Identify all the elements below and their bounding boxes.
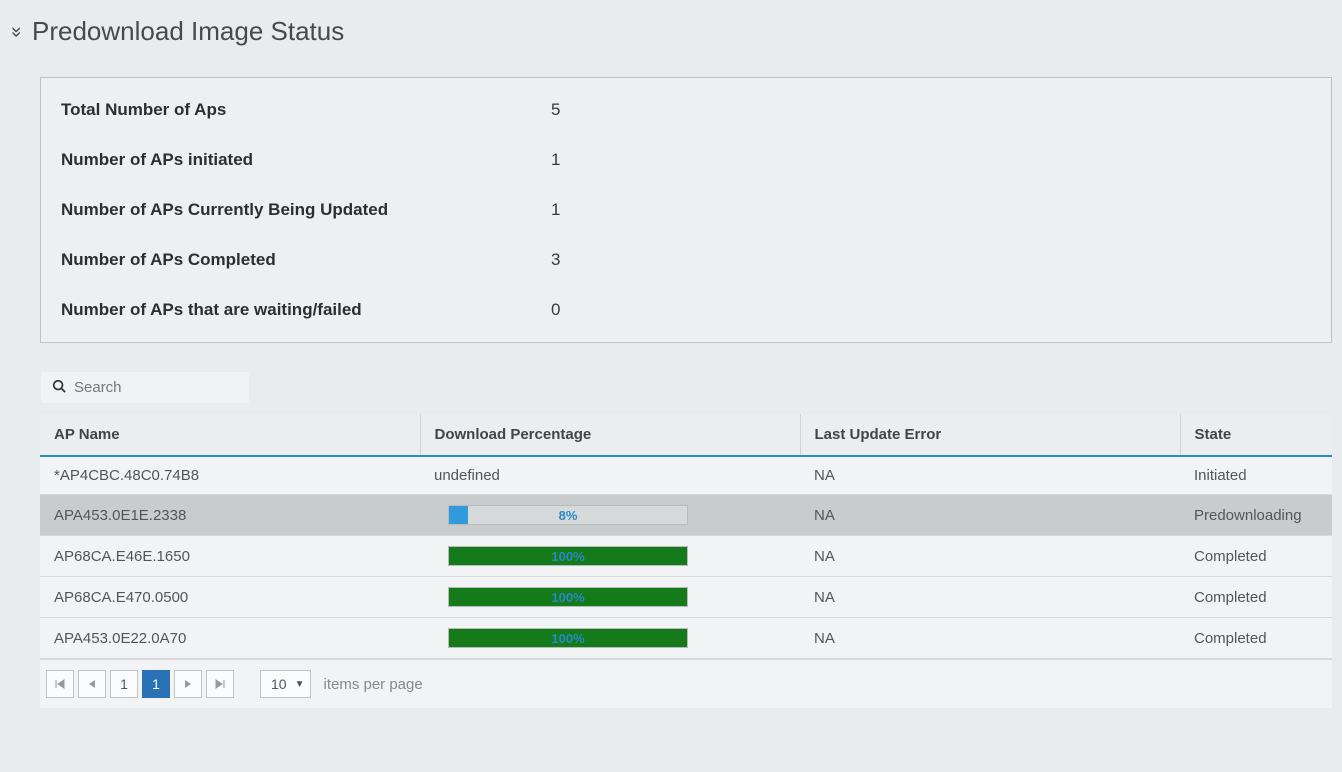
cell-last-error: NA [800,456,1180,495]
cell-last-error: NA [800,536,1180,577]
pager-current-page[interactable]: 1 [142,670,170,698]
summary-label: Number of APs Currently Being Updated [61,200,551,220]
progress-bar: 8% [448,505,688,525]
col-header-download-pct[interactable]: Download Percentage [420,414,800,456]
summary-value: 1 [551,150,560,170]
cell-state: Predownloading [1180,495,1332,536]
cell-state: Completed [1180,577,1332,618]
progress-bar: 100% [448,546,688,566]
search-icon [52,379,66,396]
progress-label: 8% [449,506,687,524]
cell-download-pct: 100% [420,536,800,577]
cell-state: Initiated [1180,456,1332,495]
cell-ap-name: *AP4CBC.48C0.74B8 [40,456,420,495]
page-title: Predownload Image Status [32,16,344,47]
cell-download-pct: undefined [420,456,800,495]
page-size-value: 10 [271,676,287,692]
progress-label: 100% [449,547,687,565]
cell-last-error: NA [800,495,1180,536]
cell-ap-name: AP68CA.E46E.1650 [40,536,420,577]
progress-bar: 100% [448,587,688,607]
table-row[interactable]: APA453.0E1E.2338 8% NAPredownloading [40,495,1332,536]
summary-label: Number of APs that are waiting/failed [61,300,551,320]
search-input[interactable] [74,379,238,396]
cell-last-error: NA [800,577,1180,618]
cell-state: Completed [1180,618,1332,659]
summary-row-initiated: Number of APs initiated 1 [61,150,1311,170]
pager-first-button[interactable] [46,670,74,698]
summary-row-total: Total Number of Aps 5 [61,100,1311,120]
section-header: » Predownload Image Status [10,16,1332,47]
summary-label: Total Number of Aps [61,100,551,120]
cell-download-pct: 100% [420,618,800,659]
table-container: AP Name Download Percentage Last Update … [40,371,1332,708]
summary-label: Number of APs initiated [61,150,551,170]
table-header-row: AP Name Download Percentage Last Update … [40,414,1332,456]
table-row[interactable]: *AP4CBC.48C0.74B8undefinedNAInitiated [40,456,1332,495]
summary-value: 0 [551,300,560,320]
cell-last-error: NA [800,618,1180,659]
summary-row-waiting: Number of APs that are waiting/failed 0 [61,300,1311,320]
cell-state: Completed [1180,536,1332,577]
table-row[interactable]: AP68CA.E46E.1650 100% NACompleted [40,536,1332,577]
col-header-last-error[interactable]: Last Update Error [800,414,1180,456]
summary-value: 1 [551,200,560,220]
summary-value: 5 [551,100,560,120]
page-size-select[interactable]: 10 ▼ [260,670,311,698]
progress-bar: 100% [448,628,688,648]
col-header-ap-name[interactable]: AP Name [40,414,420,456]
col-header-state[interactable]: State [1180,414,1332,456]
pager-last-button[interactable] [206,670,234,698]
cell-download-pct: 100% [420,577,800,618]
summary-panel: Total Number of Aps 5 Number of APs init… [40,77,1332,343]
summary-label: Number of APs Completed [61,250,551,270]
cell-ap-name: APA453.0E22.0A70 [40,618,420,659]
search-box[interactable] [40,371,250,404]
table-row[interactable]: AP68CA.E470.0500 100% NACompleted [40,577,1332,618]
pager: 1 1 10 ▼ items per page [40,659,1332,708]
progress-label: 100% [449,588,687,606]
pager-next-button[interactable] [174,670,202,698]
cell-download-pct: 8% [420,495,800,536]
pager-prev-button[interactable] [78,670,106,698]
chevron-double-down-icon[interactable]: » [8,26,26,37]
cell-ap-name: AP68CA.E470.0500 [40,577,420,618]
cell-ap-name: APA453.0E1E.2338 [40,495,420,536]
pager-page-1[interactable]: 1 [110,670,138,698]
items-per-page-label: items per page [323,676,422,693]
summary-value: 3 [551,250,560,270]
summary-row-updating: Number of APs Currently Being Updated 1 [61,200,1311,220]
progress-label: 100% [449,629,687,647]
ap-table: AP Name Download Percentage Last Update … [40,414,1332,659]
summary-row-completed: Number of APs Completed 3 [61,250,1311,270]
table-row[interactable]: APA453.0E22.0A70 100% NACompleted [40,618,1332,659]
caret-down-icon: ▼ [295,679,305,690]
